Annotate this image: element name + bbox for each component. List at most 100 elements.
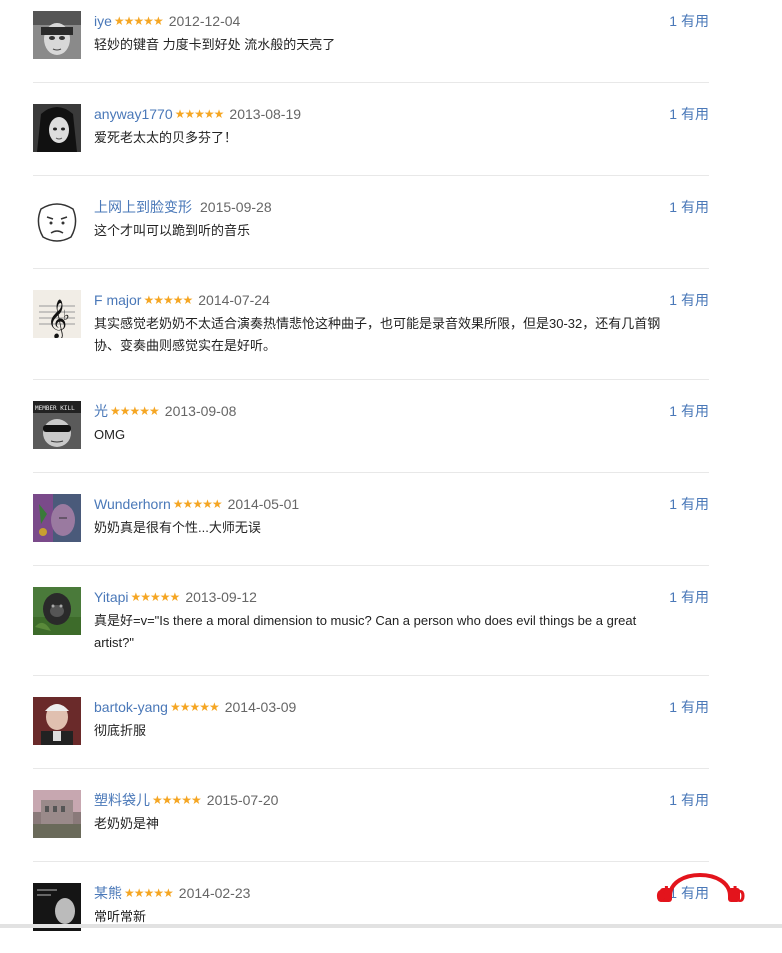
building-avatar-icon[interactable] [33,790,81,838]
comment-username[interactable]: F major [94,292,141,308]
useful-label: 有用 [681,699,709,715]
useful-vote-button[interactable]: 1 有用 [669,494,709,514]
comment-item: 某熊 ★★★★★ 2014-02-23 1 有用 常听常新 [33,883,709,953]
svg-text:MEMBER KILL: MEMBER KILL [35,405,75,412]
comment-divider [33,472,709,473]
comment-username[interactable]: Wunderhorn [94,496,171,512]
comment-text: 爱死老太太的贝多芬了！ [94,130,238,145]
useful-label: 有用 [681,199,709,215]
treble-clef-avatar-icon[interactable]: 𝄞 ♭ [33,290,81,338]
comment-meta: Wunderhorn ★★★★★ 2014-05-01 [94,494,299,514]
comment-username[interactable]: 某熊 [94,885,122,901]
useful-count: 1 [669,589,677,605]
gorilla-avatar-icon[interactable] [33,587,81,635]
comment-text: OMG [94,427,126,442]
comment-item: 𝄞 ♭ F major ★★★★★ 2014-07-24 1 有用 其实感觉老奶奶不太适… [33,290,709,360]
comment-meta: Yitapi ★★★★★ 2013-09-12 [94,587,257,607]
useful-count: 1 [669,496,677,512]
useful-vote-button[interactable]: 1 有用 [669,104,709,124]
comment-meta: 上网上到脸变形 2015-09-28 [94,197,272,217]
useful-label: 有用 [681,589,709,605]
useful-label: 有用 [681,792,709,808]
woman-bw-avatar-icon[interactable] [33,11,81,59]
face-sketch-avatar-icon[interactable] [33,197,81,245]
dark-hair-avatar-icon[interactable] [33,104,81,152]
comment-text: 彻底折服 [94,723,147,738]
comment-meta: anyway1770 ★★★★★ 2013-08-19 [94,104,301,124]
rating-stars-icon: ★★★★★ [143,293,193,307]
comment-divider [33,175,709,176]
useful-vote-button[interactable]: 1 有用 [669,197,709,217]
comment-text: 其实感觉老奶奶不太适合演奏热情悲怆这种曲子，也可能是录音效果所限，但是30-32… [94,316,661,353]
comment-date: 2013-08-19 [229,106,302,122]
comment-item: anyway1770 ★★★★★ 2013-08-19 1 有用 爱死老太太的贝多芬了… [33,104,709,174]
comment-date: 2015-09-28 [200,199,272,215]
rating-stars-icon: ★★★★★ [113,14,164,28]
comment-meta: 塑料袋儿 ★★★★★ 2015-07-20 [94,790,278,810]
sunglasses-avatar-icon[interactable]: MEMBER KILL [33,401,81,449]
bottom-scrollbar[interactable] [0,924,782,928]
useful-vote-button[interactable]: 1 有用 [669,587,709,607]
useful-count: 1 [669,699,677,715]
comment-meta: iye ★★★★★ 2012-12-04 [94,11,240,31]
comment-divider [33,861,709,862]
useful-label: 有用 [681,403,709,419]
useful-vote-button[interactable]: 1 有用 [669,290,709,310]
comment-date: 2014-05-01 [227,496,300,512]
rating-stars-icon: ★★★★★ [130,590,181,604]
useful-count: 1 [669,199,677,215]
comment-username[interactable]: iye [94,13,112,29]
comment-text: 奶奶真是很有个性...大师无误 [94,520,261,535]
useful-vote-button[interactable]: 1 有用 [669,401,709,421]
comment-divider [33,379,709,380]
comment-item: 塑料袋儿 ★★★★★ 2015-07-20 1 有用 老奶奶是神 [33,790,709,860]
useful-count: 1 [669,13,677,29]
comment-text: 老奶奶是神 [94,816,160,831]
comment-username[interactable]: bartok-yang [94,699,168,715]
comment-item: Wunderhorn ★★★★★ 2014-05-01 1 有用 奶奶真是很有个性..… [33,494,709,564]
painting-avatar-icon[interactable] [33,494,81,542]
useful-count: 1 [669,106,677,122]
comment-username[interactable]: Yitapi [94,589,129,605]
useful-count: 1 [669,292,677,308]
comment-date: 2014-07-24 [198,292,270,308]
rating-stars-icon: ★★★★★ [169,700,220,714]
comment-item: iye ★★★★★ 2012-12-04 1 有用 轻妙的键音 力度卡到好处 流水般的… [33,11,709,81]
useful-vote-button[interactable]: 1 有用 [669,697,709,717]
useful-count: 1 [669,792,677,808]
useful-count: 1 [669,403,677,419]
useful-label: 有用 [681,292,709,308]
useful-label: 有用 [681,496,709,512]
comment-date: 2013-09-12 [185,589,257,605]
comment-date: 2014-03-09 [224,699,297,715]
comment-date: 2015-07-20 [206,792,279,808]
comment-divider [33,268,709,269]
comment-item: 上网上到脸变形 2015-09-28 1 有用 这个才叫可以跪到听的音乐 [33,197,709,267]
comment-divider [33,565,709,566]
comment-username[interactable]: 光 [94,403,108,419]
useful-vote-button[interactable]: 1 有用 [669,11,709,31]
comment-meta: 光 ★★★★★ 2013-09-08 [94,401,236,421]
portrait-avatar-icon[interactable] [33,697,81,745]
rating-stars-icon: ★★★★★ [174,107,225,121]
comment-username[interactable]: 上网上到脸变形 [94,199,192,215]
comment-divider [33,82,709,83]
comment-meta: F major ★★★★★ 2014-07-24 [94,290,270,310]
comment-text: 真是好=v="Is there a moral dimension to mus… [94,613,637,650]
comment-divider [33,675,709,676]
comment-text: 轻妙的键音 力度卡到好处 流水般的天亮了 [94,37,336,52]
comment-date: 2012-12-04 [168,13,241,29]
comment-text: 这个才叫可以跪到听的音乐 [94,223,251,238]
comment-meta: bartok-yang ★★★★★ 2014-03-09 [94,697,296,717]
comment-username[interactable]: 塑料袋儿 [94,792,150,808]
comment-divider [33,768,709,769]
rating-stars-icon: ★★★★★ [110,404,160,418]
headphones-logo-icon: d b [656,873,745,906]
comment-username[interactable]: anyway1770 [94,106,173,122]
comment-meta: 某熊 ★★★★★ 2014-02-23 [94,883,250,903]
useful-vote-button[interactable]: 1 有用 [669,790,709,810]
comment-item: bartok-yang ★★★★★ 2014-03-09 1 有用 彻底折服 [33,697,709,767]
rating-stars-icon: ★★★★★ [152,793,202,807]
useful-label: 有用 [681,106,709,122]
comment-item: MEMBER KILL 光 ★★★★★ 2013-09-08 1 有用 OMG [33,401,709,471]
